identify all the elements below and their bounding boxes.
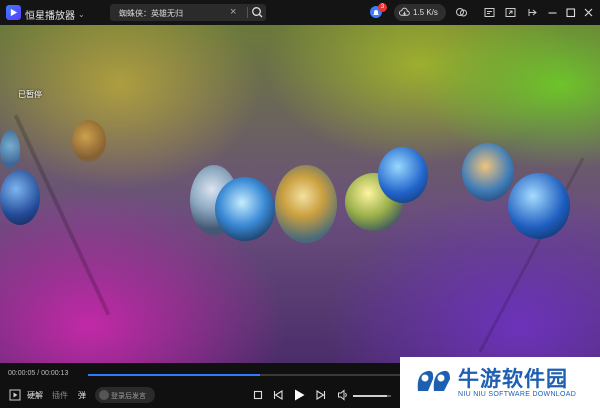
prev-icon[interactable] <box>272 388 284 402</box>
marble-image <box>275 165 337 243</box>
marble-image <box>0 130 20 170</box>
minimize-icon[interactable] <box>546 6 559 19</box>
marble-image <box>215 177 275 241</box>
watermark-subtitle: NIU NIU SOFTWARE DOWNLOAD <box>458 391 577 398</box>
marble-image <box>0 170 40 225</box>
plugin-button[interactable]: 插件 <box>52 390 68 401</box>
chat-icon[interactable] <box>455 6 468 19</box>
video-frame[interactable]: 已暂停 <box>0 25 600 363</box>
screen-icon[interactable] <box>483 6 496 19</box>
time-display: 00:00:05 / 00:00:13 <box>8 370 69 377</box>
marble-image <box>508 173 570 239</box>
danmaku-input[interactable]: 登录后发言 <box>95 387 155 403</box>
danmaku-settings-icon[interactable] <box>99 390 109 400</box>
progress-fill <box>88 374 260 376</box>
close-icon[interactable]: × <box>230 5 236 20</box>
notification-badge: 3 <box>378 3 387 12</box>
danmaku-placeholder: 登录后发言 <box>111 393 146 400</box>
app-title: 恒星播放器 <box>25 11 75 22</box>
search-input[interactable]: 蜘蛛侠：英雄无归 <box>119 8 183 19</box>
watermark-title: 牛游软件园 <box>458 368 568 391</box>
watermark-logo <box>414 365 454 395</box>
next-icon[interactable] <box>315 388 327 402</box>
app-menu[interactable]: 恒星播放器 ⌄ <box>25 7 85 22</box>
danmaku-toggle[interactable]: 弹 <box>78 390 86 401</box>
title-bar: 恒星播放器 ⌄ 蜘蛛侠：英雄无归 × 3 1.5 K/s <box>0 0 600 25</box>
paused-status: 已暂停 <box>18 90 42 99</box>
maximize-icon[interactable] <box>564 6 577 19</box>
marble-image <box>72 120 106 162</box>
pin-icon[interactable] <box>526 6 539 19</box>
chevron-down-icon: ⌄ <box>78 10 85 19</box>
progress-bar[interactable] <box>88 374 400 376</box>
download-speed[interactable]: 1.5 K/s <box>394 4 446 21</box>
volume-icon[interactable] <box>337 388 349 402</box>
stop-icon[interactable] <box>252 388 264 402</box>
hw-decode-button[interactable]: 硬解 <box>27 390 43 401</box>
search-divider <box>247 7 248 18</box>
search-box[interactable]: 蜘蛛侠：英雄无归 × <box>110 4 266 21</box>
marble-image <box>378 147 428 203</box>
cloud-download-icon <box>399 7 410 16</box>
volume-slider[interactable] <box>353 395 391 397</box>
search-icon[interactable] <box>251 6 264 19</box>
watermark: 牛游软件园 NIU NIU SOFTWARE DOWNLOAD <box>400 357 600 408</box>
app-logo-icon <box>6 5 21 20</box>
speed-text: 1.5 K/s <box>413 8 438 17</box>
play-icon[interactable] <box>292 388 306 402</box>
window-close-icon[interactable] <box>582 6 595 19</box>
playlist-icon[interactable] <box>9 388 21 402</box>
pip-icon[interactable] <box>504 6 517 19</box>
volume-fill <box>353 395 388 397</box>
marble-image <box>462 143 514 201</box>
